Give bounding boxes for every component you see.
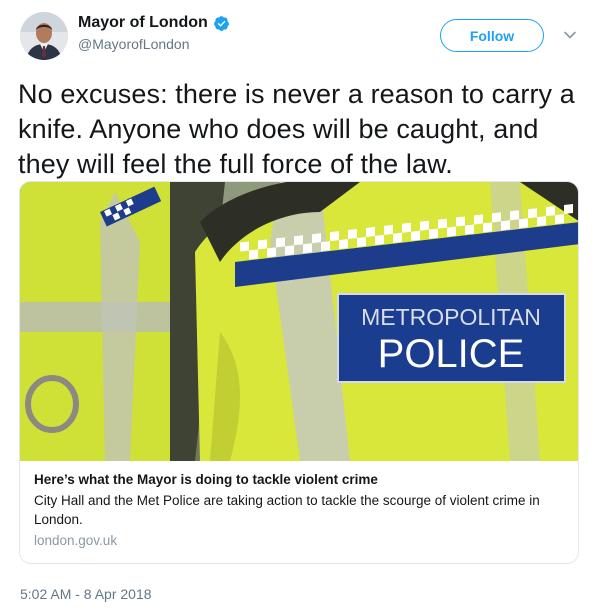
author-block: Mayor of London @MayorofLondon xyxy=(78,14,230,52)
tweet-text: No excuses: there is never a reason to c… xyxy=(18,79,575,179)
verified-badge-icon xyxy=(213,15,229,31)
avatar-portrait xyxy=(20,12,68,60)
card-body[interactable]: Here’s what the Mayor is doing to tackle… xyxy=(20,461,578,548)
card-description: City Hall and the Met Police are taking … xyxy=(34,493,540,527)
display-name[interactable]: Mayor of London xyxy=(78,14,230,32)
metropolitan-police-patch: METROPOLITAN POLICE xyxy=(337,293,566,383)
card-domain: london.gov.uk xyxy=(34,533,118,548)
display-name-text: Mayor of London xyxy=(78,14,208,31)
avatar[interactable] xyxy=(20,12,68,60)
timestamp[interactable]: 5:02 AM - 8 Apr 2018 xyxy=(20,586,152,602)
police-officers-photo: METROPOLITAN POLICE xyxy=(20,182,578,461)
card-image[interactable]: METROPOLITAN POLICE xyxy=(20,182,578,461)
svg-text:METROPOLITAN: METROPOLITAN xyxy=(361,304,541,330)
follow-button[interactable]: Follow xyxy=(440,19,544,52)
svg-text:POLICE: POLICE xyxy=(378,332,525,376)
handle[interactable]: @MayorofLondon xyxy=(78,36,230,52)
card-title[interactable]: Here’s what the Mayor is doing to tackle… xyxy=(34,472,564,487)
link-card[interactable]: METROPOLITAN POLICE Here’s what the Mayo… xyxy=(19,181,579,564)
chevron-down-icon[interactable] xyxy=(563,28,577,42)
